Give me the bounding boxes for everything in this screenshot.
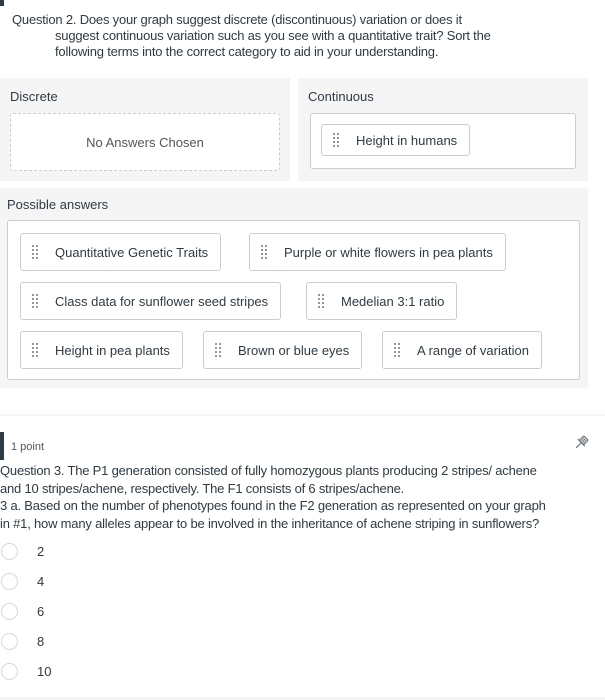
option-label: 4 [37, 573, 45, 589]
category-continuous: Continuous Height in humans [298, 78, 588, 181]
question-3-points: 1 point [11, 441, 45, 453]
option-2[interactable]: 2 [0, 540, 300, 562]
pushpin-icon[interactable] [572, 434, 590, 452]
answer-chip-label: Class data for sunflower seed stripes [55, 293, 269, 309]
radio-button[interactable] [1, 572, 18, 590]
question-2-prompt: Question 2. Does your graph suggest disc… [12, 12, 572, 60]
no-answers-text: No Answers Chosen [86, 134, 204, 150]
option-label: 6 [37, 603, 45, 619]
answer-chip-height-in-humans[interactable]: Height in humans [321, 124, 471, 156]
answer-chip-label: Height in humans [356, 132, 458, 148]
option-6[interactable]: 6 [0, 600, 300, 622]
answer-chip[interactable]: Brown or blue eyes [203, 331, 363, 369]
answer-chip[interactable]: Purple or white flowers in pea plants [249, 233, 506, 271]
question-3-line-3: 3 a. Based on the number of phenotypes f… [0, 498, 546, 513]
radio-button[interactable] [1, 542, 18, 560]
drag-handle-icon[interactable] [333, 133, 341, 147]
answer-chip[interactable]: Class data for sunflower seed stripes [20, 282, 282, 320]
option-4[interactable]: 4 [0, 570, 300, 592]
answer-chip-label: Purple or white flowers in pea plants [284, 244, 493, 260]
question-3-line-1: Question 3. The P1 generation consisted … [0, 463, 537, 478]
category-continuous-label: Continuous [308, 89, 374, 104]
discrete-drop-zone[interactable]: No Answers Chosen [10, 113, 280, 171]
option-label: 2 [37, 543, 45, 559]
answer-chip-label: A range of variation [417, 342, 530, 358]
question-divider [0, 414, 605, 416]
answer-chip[interactable]: Height in pea plants [20, 331, 183, 369]
option-label: 10 [37, 663, 52, 679]
possible-answers-pool[interactable]: Quantitative Genetic Traits Purple or wh… [7, 220, 580, 380]
drag-handle-icon[interactable] [394, 343, 402, 357]
radio-button[interactable] [1, 662, 18, 680]
option-8[interactable]: 8 [0, 630, 300, 652]
drag-handle-icon[interactable] [261, 245, 269, 259]
drag-handle-icon[interactable] [318, 294, 326, 308]
drag-handle-icon[interactable] [32, 245, 40, 259]
answer-chip-label: Quantitative Genetic Traits [55, 244, 209, 260]
option-10[interactable]: 10 [0, 660, 300, 682]
answer-chip[interactable]: A range of variation [382, 331, 543, 369]
option-label: 8 [37, 633, 45, 649]
drag-handle-icon[interactable] [215, 343, 223, 357]
possible-answers-section: Possible answers Quantitative Genetic Tr… [0, 188, 588, 388]
answer-chip[interactable]: Quantitative Genetic Traits [20, 233, 222, 271]
question-2-line-2: suggest continuous variation such as you… [55, 28, 491, 43]
continuous-drop-zone[interactable]: Height in humans [310, 113, 576, 169]
answer-chip-label: Height in pea plants [55, 342, 170, 358]
category-discrete: Discrete No Answers Chosen [0, 78, 290, 181]
drag-handle-icon[interactable] [32, 294, 40, 308]
question-3-prompt: Question 3. The P1 generation consisted … [0, 462, 605, 532]
possible-answers-label: Possible answers [7, 197, 109, 212]
answer-chip[interactable]: Medelian 3:1 ratio [306, 282, 458, 320]
radio-button[interactable] [1, 602, 18, 620]
question-3-line-2: and 10 stripes/achene, respectively. The… [0, 480, 405, 496]
category-discrete-label: Discrete [10, 89, 58, 104]
question-accent-bar [0, 0, 4, 6]
question-2-line-3: following terms into the correct categor… [55, 44, 439, 59]
drag-handle-icon[interactable] [32, 343, 40, 357]
question-2-line-1: Question 2. Does your graph suggest disc… [12, 12, 462, 27]
radio-button[interactable] [1, 632, 18, 650]
question-accent-bar [0, 432, 4, 460]
question-3-line-4: in #1, how many alleles appear to be inv… [0, 515, 540, 531]
answer-chip-label: Medelian 3:1 ratio [341, 293, 445, 309]
answer-chip-label: Brown or blue eyes [238, 342, 350, 358]
